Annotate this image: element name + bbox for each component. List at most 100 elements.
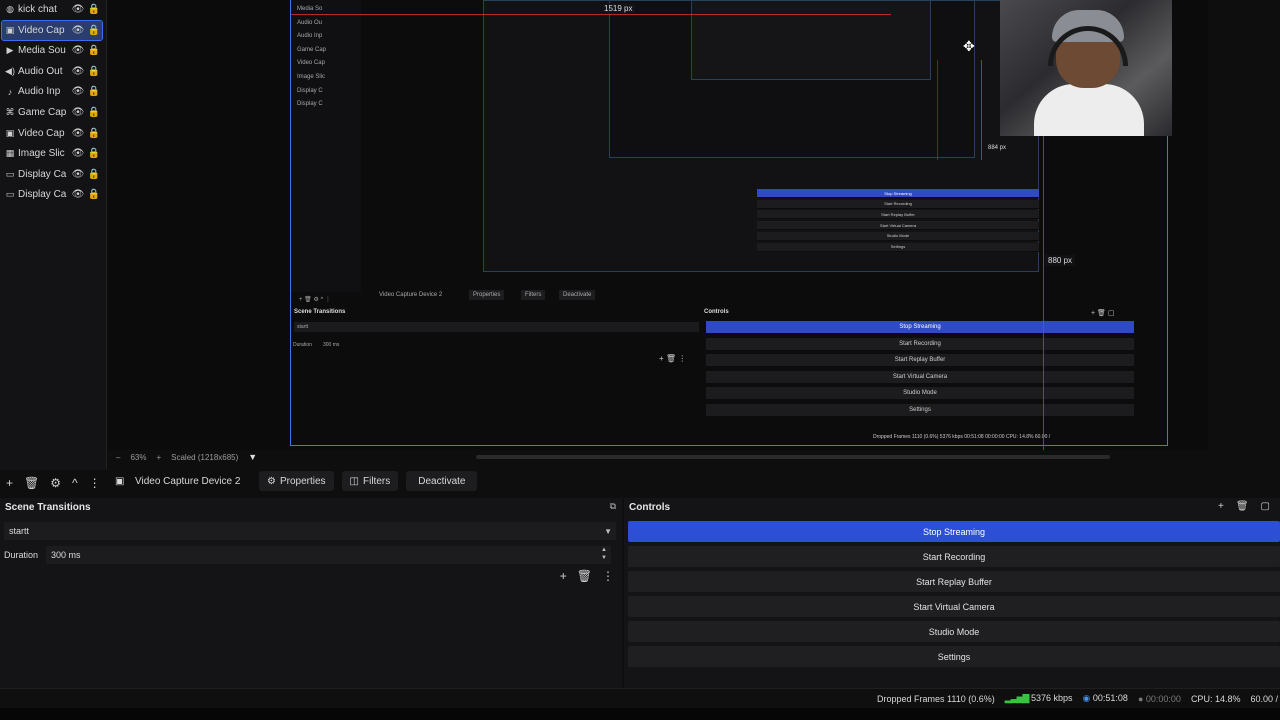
play-icon: ▶ xyxy=(6,45,14,56)
nested-control-button-small: Stop Streaming xyxy=(757,189,1039,198)
source-item[interactable]: ▣ Video Cap 👁 🔒 xyxy=(1,19,103,41)
nested-deactivate: Deactivate xyxy=(559,290,596,300)
image-icon: ▦ xyxy=(5,148,15,159)
source-settings-icon[interactable]: ⚙ xyxy=(50,476,61,490)
zoom-out-button[interactable]: – xyxy=(116,453,120,462)
trash-icon[interactable]: 🗑 xyxy=(1236,501,1249,512)
lock-icon[interactable]: 🔒 xyxy=(86,66,102,77)
transition-select-value: startt xyxy=(9,526,30,536)
lock-icon[interactable]: 🔒 xyxy=(86,189,102,200)
record-icon: ● xyxy=(1137,693,1144,704)
dock-undock-icon[interactable]: ⧉ xyxy=(610,501,616,512)
source-item[interactable]: ▭ Display Ca 👁 🔒 xyxy=(2,185,102,204)
source-item[interactable]: ⌘ Game Cap 👁 🔒 xyxy=(2,103,102,122)
deactivate-button[interactable]: Deactivate xyxy=(406,471,478,491)
source-item[interactable]: ▦ Image Slic 👁 🔒 xyxy=(2,144,102,163)
source-item[interactable]: ♪ Audio Inp 👁 🔒 xyxy=(2,82,102,101)
remove-source-icon[interactable]: 🗑 xyxy=(24,476,39,490)
nested-properties: Properties xyxy=(469,290,505,300)
guide-line-vertical-2 xyxy=(981,60,982,160)
lock-icon[interactable]: 🔒 xyxy=(86,148,102,159)
add-transition-icon[interactable]: + xyxy=(560,569,567,583)
nested-source-item: Display C xyxy=(297,87,323,94)
transition-select[interactable]: startt ▼ xyxy=(4,522,616,540)
source-label: Video Cap xyxy=(18,127,65,139)
control-button[interactable]: Start Virtual Camera xyxy=(628,596,1280,617)
measure-label-top: 1519 px xyxy=(601,3,636,14)
nested-preview-deep xyxy=(691,0,931,80)
eye-icon[interactable]: 👁 xyxy=(70,4,86,15)
microphone-icon: ♪ xyxy=(7,86,13,97)
source-item[interactable]: ◀) Audio Out 👁 🔒 xyxy=(2,62,102,81)
eye-icon[interactable]: 👁 xyxy=(70,128,86,139)
nested-device-label: Video Capture Device 2 xyxy=(379,292,443,298)
source-label: kick chat xyxy=(18,4,57,15)
control-button[interactable]: Studio Mode xyxy=(628,621,1280,642)
zoom-level: 63% xyxy=(130,452,147,462)
eye-icon[interactable]: 👁 xyxy=(70,169,86,180)
more-options-icon[interactable]: ⋮ xyxy=(89,476,101,490)
transition-menu-icon[interactable]: ⋮ xyxy=(602,569,614,583)
source-item[interactable]: ◍ kick chat 👁 🔒 xyxy=(2,0,102,19)
lock-icon[interactable]: 🔒 xyxy=(86,128,102,139)
recording-time: ● 00:00:00 xyxy=(1137,693,1181,704)
nested-control-button-small: Start Virtual Camera xyxy=(757,221,1039,231)
nested-source-item: Audio Ou xyxy=(297,19,323,26)
nested-source-item: Game Cap xyxy=(297,46,327,53)
duration-input[interactable]: 300 ms ▲ ▼ xyxy=(46,546,611,564)
move-cursor-icon: ✥ xyxy=(963,38,975,54)
source-item[interactable]: ▣ Video Cap 👁 🔒 xyxy=(2,124,102,143)
panel-icon[interactable]: ▢ xyxy=(1261,501,1270,512)
bottom-strip xyxy=(0,708,1280,720)
eye-icon[interactable]: 👁 xyxy=(70,25,86,36)
eye-icon[interactable]: 👁 xyxy=(70,86,86,97)
lock-icon[interactable]: 🔒 xyxy=(86,107,102,118)
preview-area[interactable]: Media So Audio Ou Audio Inp Game Cap Video C… xyxy=(108,0,1208,450)
scene-transitions-title: Scene Transitions xyxy=(5,501,91,513)
eye-icon[interactable]: 👁 xyxy=(70,66,86,77)
control-button[interactable]: Start Replay Buffer xyxy=(628,571,1280,592)
webcam-source[interactable] xyxy=(1000,0,1172,136)
source-label: Display Ca xyxy=(18,189,67,201)
control-button[interactable]: Start Recording xyxy=(628,546,1280,567)
add-source-icon[interactable]: + xyxy=(6,476,13,490)
add-icon[interactable]: + xyxy=(1218,501,1224,512)
filters-button[interactable]: ◫ Filters xyxy=(341,471,399,491)
preview-horizontal-scrollbar[interactable] xyxy=(476,455,1110,459)
move-up-icon[interactable]: ^ xyxy=(72,476,78,490)
zoom-in-button[interactable]: + xyxy=(156,453,161,462)
source-label: Image Slic xyxy=(18,148,65,160)
remove-transition-icon[interactable]: 🗑 xyxy=(577,569,592,583)
nested-transition-tools: + 🗑 ⋮ xyxy=(659,354,687,363)
scale-dropdown-icon[interactable]: ▼ xyxy=(248,452,257,462)
scaled-label: Scaled (1218x685) xyxy=(171,452,239,462)
lock-icon[interactable]: 🔒 xyxy=(86,86,102,97)
cpu-usage: CPU: 14.8% xyxy=(1190,693,1241,704)
speaker-icon: ◀) xyxy=(5,65,15,76)
nested-control-button: Start Recording xyxy=(706,337,1134,351)
chevron-down-icon: ▼ xyxy=(604,526,612,536)
scene-transitions-dock: Scene Transitions ⧉ startt ▼ Duration 30… xyxy=(0,498,622,688)
control-button[interactable]: Settings xyxy=(628,646,1280,667)
spinner-icon[interactable]: ▲ ▼ xyxy=(601,546,607,562)
eye-icon[interactable]: 👁 xyxy=(70,107,86,118)
context-bar: ▣ Video Capture Device 2 ⚙ Properties ◫ … xyxy=(108,470,1208,492)
eye-icon[interactable]: 👁 xyxy=(70,148,86,159)
signal-bars-icon: ▂▃▅▇ xyxy=(1004,693,1030,703)
properties-button[interactable]: ⚙ Properties xyxy=(259,471,334,491)
lock-icon[interactable]: 🔒 xyxy=(86,45,102,56)
eye-icon[interactable]: 👁 xyxy=(70,45,86,56)
nested-controls-tools: + 🗑 ▢ xyxy=(1091,310,1115,317)
bitrate: ▂▃▅▇ 5376 kbps xyxy=(1004,693,1073,703)
source-item[interactable]: ▭ Display Ca 👁 🔒 xyxy=(2,165,102,184)
control-button[interactable]: Stop Streaming xyxy=(628,521,1280,542)
nested-control-button: Studio Mode xyxy=(706,387,1134,400)
nested-sources-panel xyxy=(291,0,361,292)
lock-icon[interactable]: 🔒 xyxy=(86,4,102,15)
gear-icon: ⚙ xyxy=(267,475,276,487)
lock-icon[interactable]: 🔒 xyxy=(86,169,102,180)
source-item[interactable]: ▶ Media Sou 👁 🔒 xyxy=(2,41,102,60)
nested-status: Dropped Frames 1110 (0.6%) 5376 kbps 00:… xyxy=(873,434,1051,440)
eye-icon[interactable]: 👁 xyxy=(70,189,86,200)
lock-icon[interactable]: 🔒 xyxy=(86,25,102,36)
